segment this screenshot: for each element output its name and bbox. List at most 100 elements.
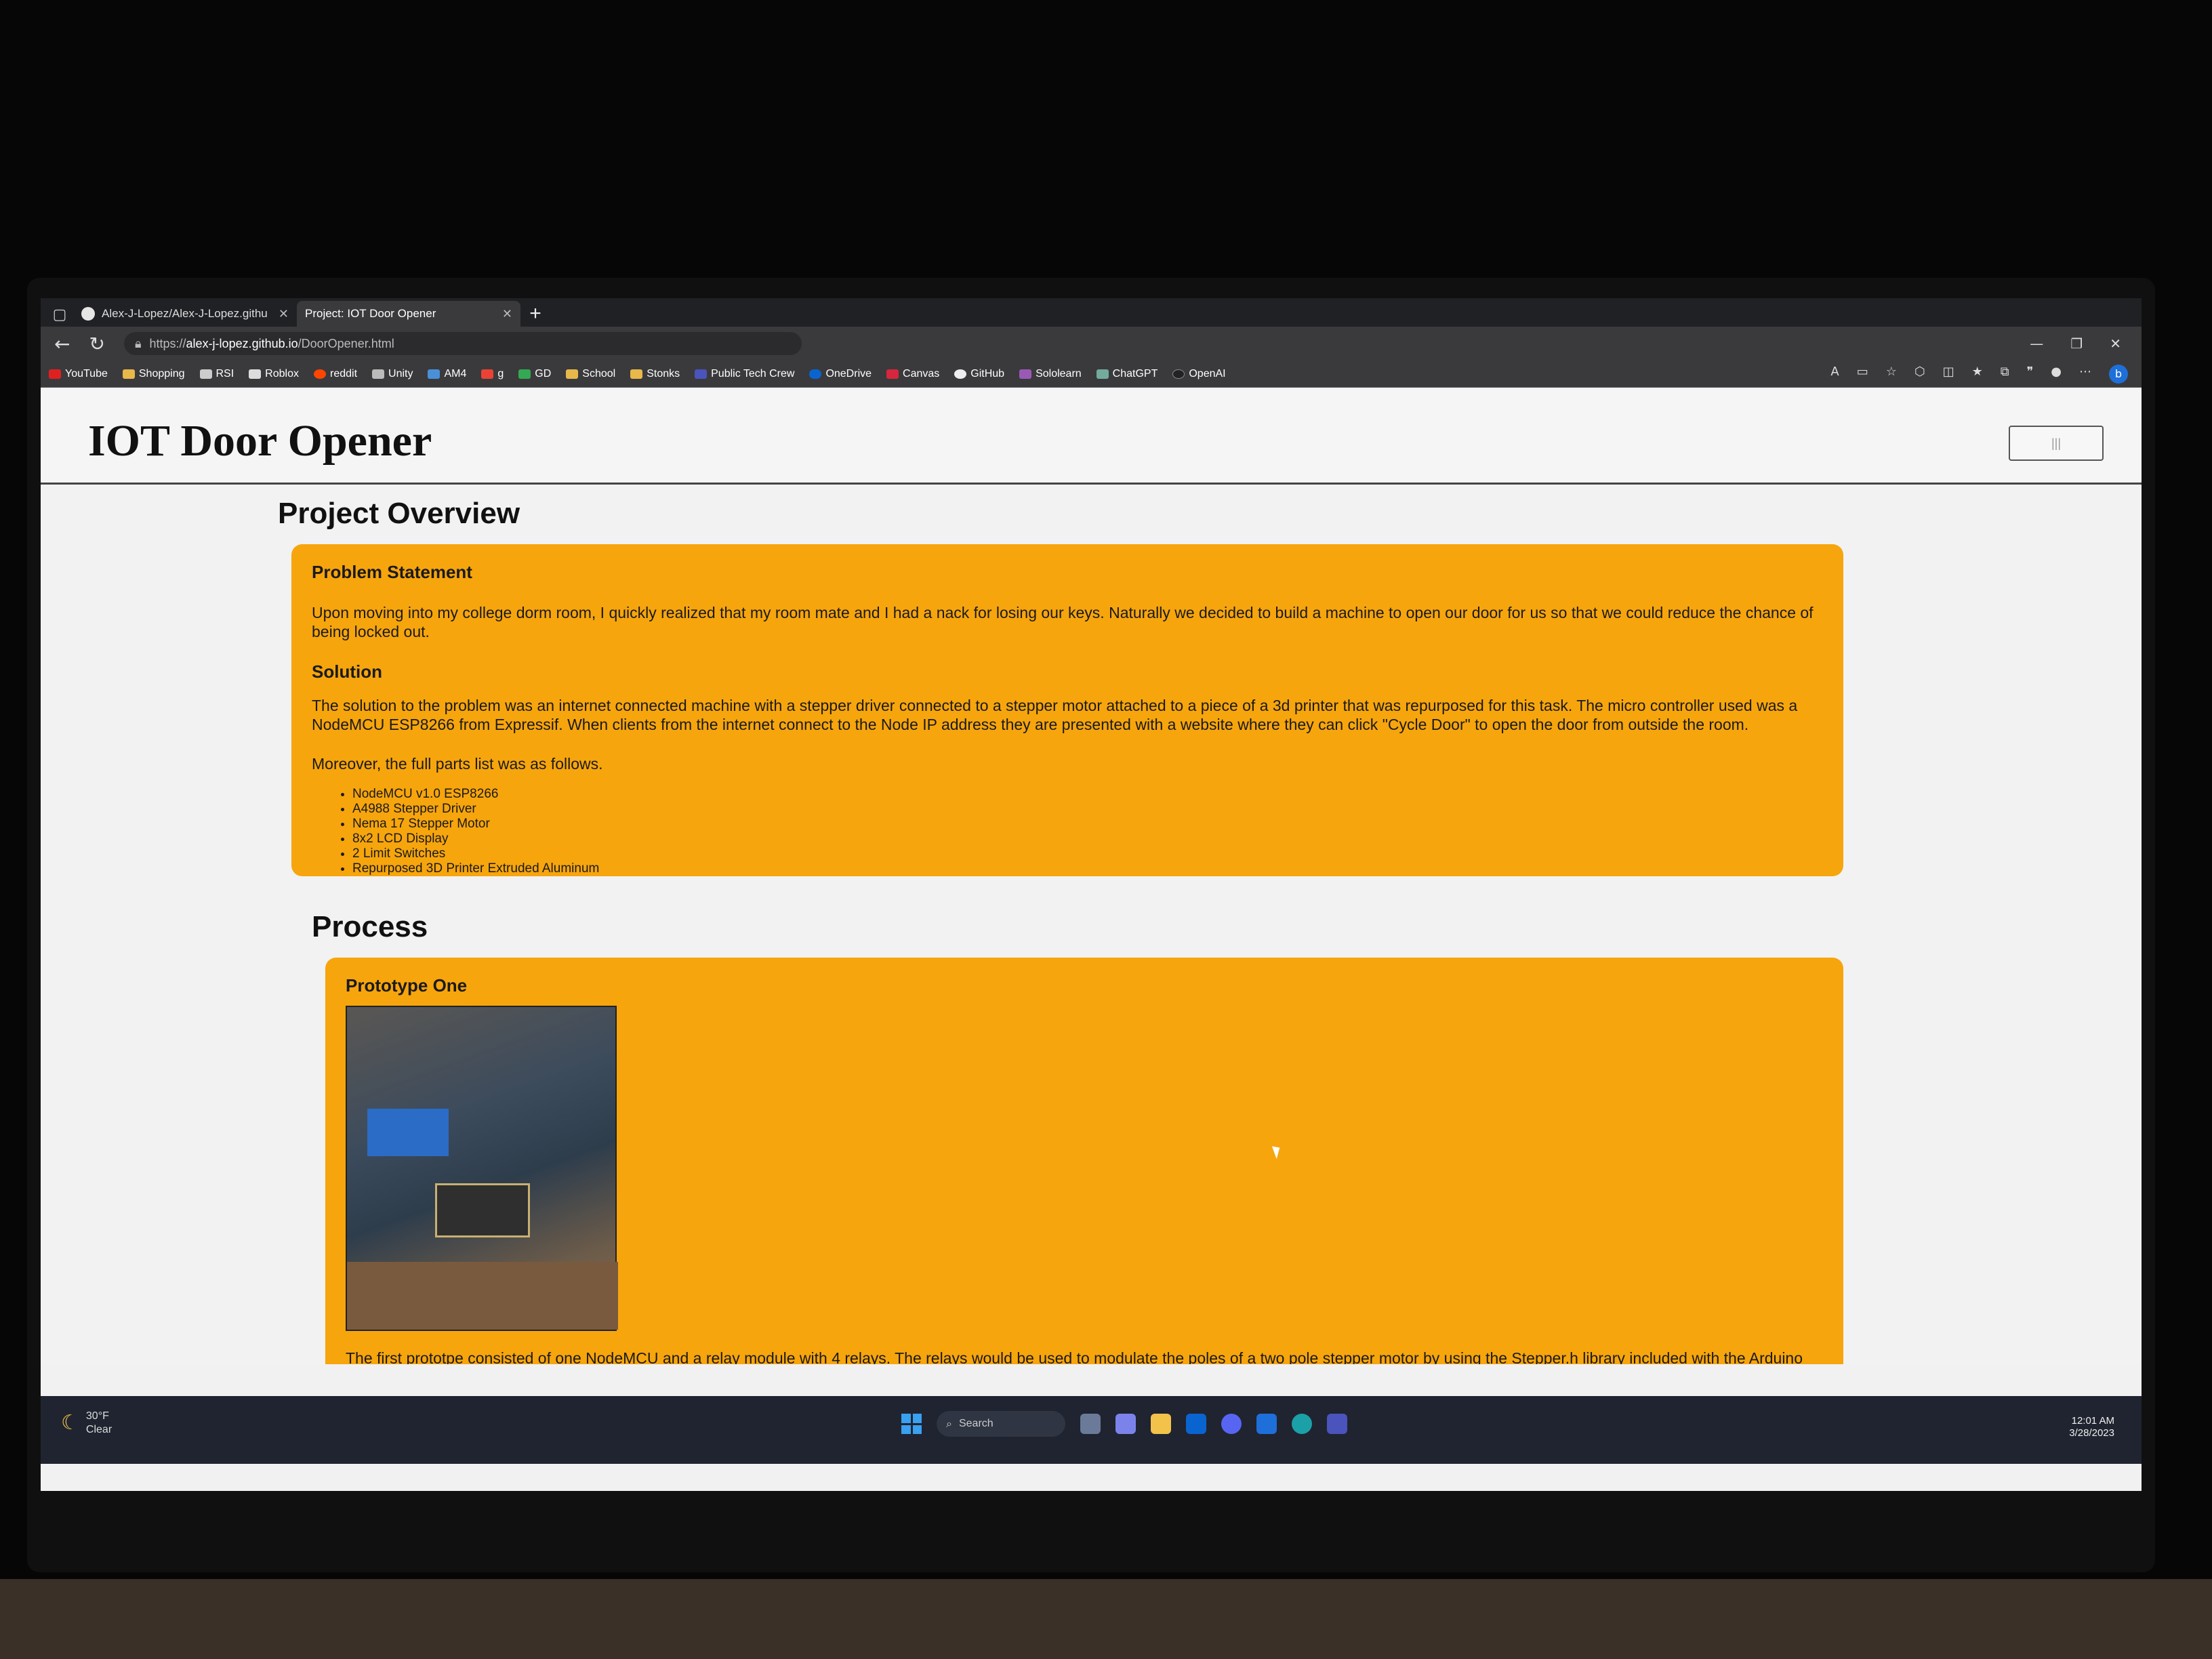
minimize-icon[interactable]: — <box>2030 335 2043 352</box>
favorite-label: OneDrive <box>825 367 872 380</box>
edge-icon[interactable] <box>1292 1414 1312 1434</box>
favorite-roblox[interactable]: Roblox <box>249 368 299 380</box>
favorite-label: OpenAI <box>1189 367 1226 380</box>
weather-temp: 30°F <box>85 1410 109 1422</box>
favorite-shopping[interactable]: Shopping <box>122 368 185 380</box>
favorite-github[interactable]: GitHub <box>954 368 1004 380</box>
favorite-canvas[interactable]: Canvas <box>886 368 939 380</box>
read-aloud-icon[interactable]: A <box>1830 365 1839 384</box>
url-scheme: https:// <box>149 336 186 350</box>
close-tab-icon[interactable]: ✕ <box>502 307 512 321</box>
bing-taskbar-icon[interactable] <box>1256 1414 1277 1434</box>
favorite-gd[interactable]: GD <box>518 368 551 380</box>
favorite-label: Sololearn <box>1036 367 1082 380</box>
url-path: /DoorOpener.html <box>298 336 394 350</box>
am4-icon <box>428 369 441 379</box>
split-screen-icon[interactable]: ◫ <box>1943 365 1954 384</box>
favorite-school[interactable]: School <box>566 368 615 380</box>
refresh-icon[interactable]: ↻ <box>89 333 104 355</box>
url-field[interactable]: 🔒︎ https://alex-j-lopez.github.io/DoorOp… <box>123 332 802 355</box>
tab-actions-icon[interactable]: ▢ <box>46 302 73 327</box>
taskbar-apps: ⌕ Search <box>901 1411 1347 1437</box>
new-tab-button[interactable]: + <box>520 301 550 327</box>
tab-door-opener[interactable]: Project: IOT Door Opener ✕ <box>41 301 520 402</box>
favorite-label: Roblox <box>265 367 299 380</box>
favorite-am4[interactable]: AM4 <box>428 368 466 380</box>
favorite-label: Stonks <box>647 367 680 380</box>
favorite-sololearn[interactable]: Sololearn <box>1019 368 1082 380</box>
favorite-label: School <box>582 367 616 380</box>
discord-icon[interactable] <box>1221 1414 1242 1434</box>
teams-icon[interactable] <box>1327 1414 1347 1434</box>
close-window-icon[interactable]: ✕ <box>2110 335 2121 352</box>
restore-icon[interactable]: ❐ <box>2070 335 2083 352</box>
rsi-icon <box>199 369 212 379</box>
favorites-icon[interactable]: ★ <box>1972 365 1983 384</box>
add-favorite-icon[interactable]: ☆ <box>1886 365 1897 384</box>
lock-icon: 🔒︎ <box>134 336 142 351</box>
list-item: A4988 Stepper Driver <box>352 802 1823 817</box>
solution-heading: Solution <box>312 661 382 682</box>
favorite-label: reddit <box>329 367 358 380</box>
tab-bar: ▢ Alex-J-Lopez/Alex-J-Lopez.githu ✕ Proj… <box>41 298 2142 402</box>
collections-icon[interactable]: ⧉ <box>2001 365 2009 384</box>
favorite-reddit[interactable]: reddit <box>313 367 358 380</box>
overview-heading: Project Overview <box>278 497 520 530</box>
favorite-g[interactable]: g <box>481 368 504 380</box>
menu-button[interactable]: ||| <box>2009 426 2104 461</box>
extensions-icon[interactable]: ⬡ <box>1914 365 1925 384</box>
favorite-unity[interactable]: Unity <box>372 368 413 380</box>
moon-icon: ☾ <box>61 1411 79 1435</box>
chat-icon[interactable] <box>1115 1414 1136 1434</box>
taskbar: ☾ 30°F Clear ⌕ Search 12:01 AM 3/28/2023 <box>41 1396 2142 1464</box>
window-controls: — ❐ ✕ <box>2030 335 2142 352</box>
favorite-label: g <box>497 367 504 380</box>
parts-intro: Moreover, the full parts list was as fol… <box>312 755 603 773</box>
clock-date: 3/28/2023 <box>2069 1427 2114 1439</box>
immersive-reader-icon[interactable]: ▭ <box>1857 365 1868 384</box>
back-icon[interactable]: ← <box>54 333 70 355</box>
system-clock[interactable]: 12:01 AM 3/28/2023 <box>2069 1415 2114 1439</box>
favorite-chatgpt[interactable]: ChatGPT <box>1096 367 1158 380</box>
roblox-icon <box>249 369 262 379</box>
more-icon[interactable]: ⋯ <box>2079 365 2091 384</box>
github-icon <box>954 369 967 379</box>
outlook-icon[interactable] <box>1186 1414 1206 1434</box>
weather-condition: Clear <box>85 1424 112 1435</box>
favorite-openai[interactable]: OpenAI <box>1172 367 1226 380</box>
sololearn-icon <box>1019 369 1032 379</box>
openai-icon <box>1172 369 1185 379</box>
favorite-label: Public Tech Crew <box>711 367 795 380</box>
unity-icon <box>372 369 385 379</box>
tab-github[interactable]: Alex-J-Lopez/Alex-J-Lopez.githu ✕ <box>73 301 297 327</box>
favorite-stonks[interactable]: Stonks <box>630 368 680 380</box>
profile-icon[interactable]: ● <box>2051 365 2062 384</box>
onedrive-icon <box>809 369 822 379</box>
prototype-heading: Prototype One <box>346 975 468 996</box>
taskbar-search[interactable]: ⌕ Search <box>937 1411 1065 1437</box>
favorite-label: GD <box>535 367 552 380</box>
start-icon[interactable] <box>901 1414 922 1434</box>
prototype-text: The first prototpe consisted of one Node… <box>346 1349 1803 1364</box>
web-page: IOT Door Opener ||| Other favorites Proj… <box>41 388 2142 1364</box>
list-item: 2 Limit Switches <box>352 846 1823 861</box>
tab-title: Alex-J-Lopez/Alex-J-Lopez.githu <box>102 307 268 320</box>
canvas-icon <box>886 369 899 379</box>
favorite-label: Canvas <box>903 367 940 380</box>
favorite-onedrive[interactable]: OneDrive <box>809 368 872 380</box>
address-bar: ← ↻ 🔒︎ https://alex-j-lopez.github.io/Do… <box>41 327 2142 361</box>
favorite-rsi[interactable]: RSI <box>199 367 234 380</box>
favorite-public-tech-crew[interactable]: Public Tech Crew <box>695 368 794 380</box>
search-label: Search <box>958 1418 994 1429</box>
task-view-icon[interactable] <box>1080 1414 1101 1434</box>
nodemcu-image <box>435 1183 530 1237</box>
youtube-icon <box>49 369 61 379</box>
weather-widget[interactable]: ☾ 30°F Clear <box>61 1410 112 1437</box>
bing-icon[interactable]: b <box>2109 364 2128 384</box>
favorite-youtube[interactable]: YouTube <box>49 368 108 380</box>
file-explorer-icon[interactable] <box>1151 1414 1171 1434</box>
favorite-label: ChatGPT <box>1112 367 1158 380</box>
close-tab-icon[interactable]: ✕ <box>279 307 289 321</box>
quote-extension-icon[interactable]: ❞ <box>2027 365 2034 384</box>
favorite-label: RSI <box>216 367 234 380</box>
